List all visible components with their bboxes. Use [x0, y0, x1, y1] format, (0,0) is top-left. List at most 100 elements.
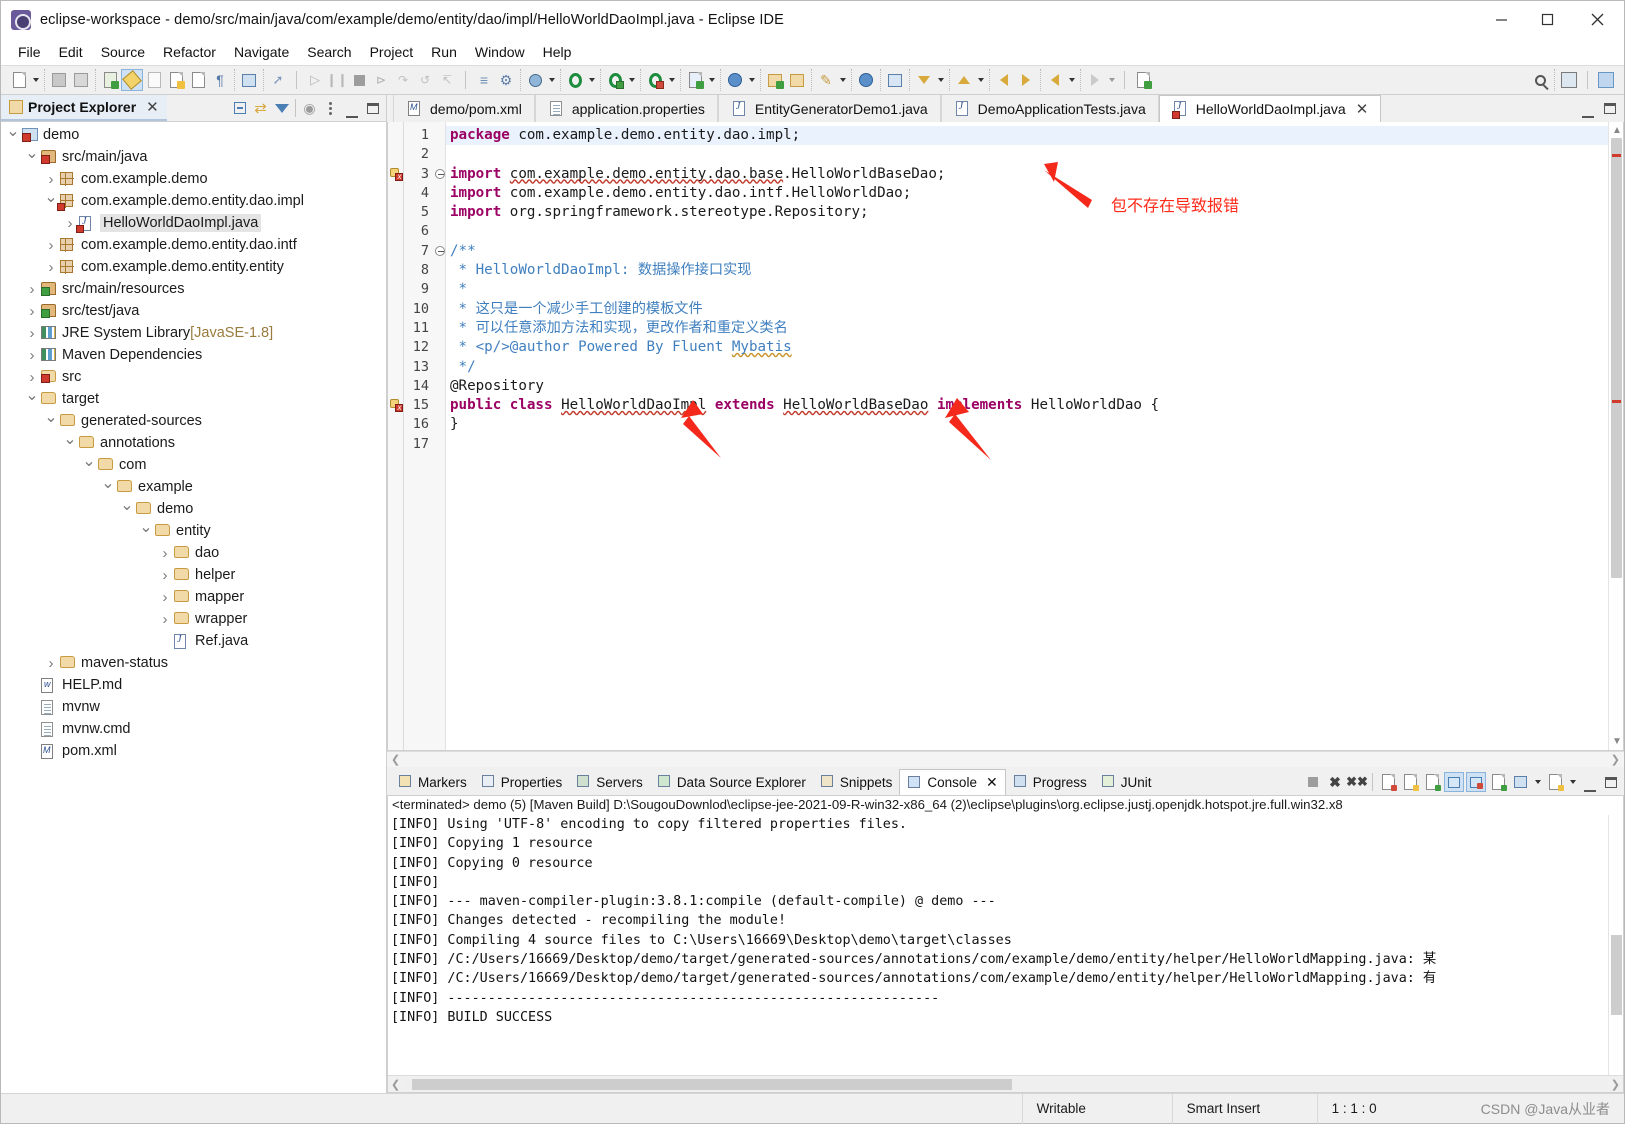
editor-tab[interactable]: HelloWorldDaoImpl.java ✕ [1158, 95, 1382, 122]
code-line[interactable] [446, 435, 1608, 454]
overview-error-marker[interactable] [1612, 154, 1621, 157]
menu-help[interactable]: Help [534, 42, 581, 62]
menu-source[interactable]: Source [92, 42, 154, 62]
tree-item[interactable]: maven-status [1, 652, 386, 674]
tree-item[interactable]: src/main/resources [1, 278, 386, 300]
view-filter-icon[interactable] [272, 99, 291, 118]
chevron-right-icon[interactable] [157, 611, 173, 628]
tree-item[interactable]: entity [1, 520, 386, 542]
previous-annotation-dropdown-icon[interactable] [975, 69, 986, 91]
tree-item[interactable]: src/test/java [1, 300, 386, 322]
maximize-button[interactable] [1524, 1, 1570, 39]
open-type-icon[interactable] [165, 69, 187, 91]
search-reference-icon[interactable]: ✎ [815, 69, 837, 91]
tree-item[interactable]: pom.xml [1, 740, 386, 762]
next-edit-icon[interactable] [1084, 69, 1106, 91]
run-on-server-dropdown-icon[interactable] [706, 69, 717, 91]
new-wizard-icon[interactable] [8, 69, 30, 91]
menu-file[interactable]: File [9, 42, 50, 62]
tree-item[interactable]: HELP.md [1, 674, 386, 696]
code-line[interactable]: @Repository [446, 377, 1608, 396]
resume-icon[interactable]: ▷ [304, 69, 326, 91]
code-line[interactable]: } [446, 415, 1608, 434]
console-horizontal-scrollbar[interactable]: ❮ ❯ [388, 1075, 1623, 1092]
java-perspective-icon[interactable] [1595, 69, 1617, 91]
chevron-right-icon[interactable] [43, 237, 59, 254]
tree-item[interactable]: com.example.demo.entity.dao.impl [1, 190, 386, 212]
chevron-right-icon[interactable] [157, 545, 173, 562]
tree-item[interactable]: generated-sources [1, 410, 386, 432]
tree-item[interactable]: mvnw [1, 696, 386, 718]
console-minimize-icon[interactable] [1580, 773, 1599, 792]
remove-all-terminated-icon[interactable]: ✖✖ [1346, 772, 1368, 792]
suspend-icon[interactable]: ❙❙ [326, 69, 348, 91]
code-line[interactable]: * 可以任意添加方法和实现，更改作者和重定义类名 [446, 319, 1608, 338]
maximize-icon[interactable] [363, 99, 382, 118]
debug-icon[interactable] [524, 69, 546, 91]
code-line[interactable]: */ [446, 358, 1608, 377]
bottom-tab[interactable]: Progress [1006, 769, 1094, 795]
menu-project[interactable]: Project [361, 42, 423, 62]
code-line[interactable]: import org.springframework.stereotype.Re… [446, 203, 1608, 222]
minimize-icon[interactable] [342, 99, 361, 118]
tree-item[interactable]: com.example.demo [1, 168, 386, 190]
console-scroll-left-icon[interactable]: ❮ [391, 1078, 400, 1091]
coverage-icon[interactable] [604, 69, 626, 91]
debug-dropdown-icon[interactable] [546, 69, 557, 91]
bottom-tab[interactable]: Properties [474, 769, 570, 795]
editor-tab[interactable]: EntityGeneratorDemo1.java [717, 95, 941, 122]
fold-collapse-icon[interactable] [435, 245, 445, 256]
bottom-tab[interactable]: JUnit [1094, 769, 1159, 795]
code-line[interactable] [446, 145, 1608, 164]
open-perspective-icon[interactable] [764, 69, 786, 91]
skip-breakpoints-icon[interactable]: ≡ [473, 69, 495, 91]
previous-edit-icon[interactable] [1044, 69, 1066, 91]
editor-minimize-icon[interactable] [1578, 99, 1597, 118]
tree-item[interactable]: com.example.demo.entity.entity [1, 256, 386, 278]
step-over-icon[interactable]: ↺ [414, 69, 436, 91]
tab-project-explorer[interactable]: Project Explorer ✕ [1, 95, 167, 121]
previous-edit-dropdown-icon[interactable] [1066, 69, 1077, 91]
console-scroll-right-icon[interactable]: ❯ [1611, 1078, 1620, 1091]
tree-item[interactable]: annotations [1, 432, 386, 454]
editor-tab[interactable]: demo/pom.xml [393, 95, 535, 122]
menu-search[interactable]: Search [298, 42, 360, 62]
bottom-tab[interactable]: Data Source Explorer [650, 769, 813, 795]
editor-tab[interactable]: DemoApplicationTests.java [940, 95, 1159, 122]
chevron-down-icon[interactable] [119, 499, 135, 519]
scroll-down-icon[interactable]: ▼ [1612, 736, 1622, 747]
next-annotation-dropdown-icon[interactable] [935, 69, 946, 91]
open-console-dropdown-icon[interactable] [1567, 771, 1578, 793]
search-reference-dropdown-icon[interactable] [837, 69, 848, 91]
run-on-server-icon[interactable] [684, 69, 706, 91]
editor-folding-column[interactable] [434, 122, 446, 750]
code-line[interactable]: /** [446, 242, 1608, 261]
chevron-right-icon[interactable] [24, 369, 40, 386]
chevron-right-icon[interactable] [24, 347, 40, 364]
code-line[interactable]: import com.example.demo.entity.dao.intf.… [446, 184, 1608, 203]
tree-item[interactable]: mvnw.cmd [1, 718, 386, 740]
code-line[interactable]: package com.example.demo.entity.dao.impl… [446, 126, 1608, 146]
chevron-down-icon[interactable] [24, 147, 40, 167]
code-line[interactable]: * <p/>@author Powered By Fluent Mybatis [446, 338, 1608, 357]
code-line[interactable]: * HelloWorldDaoImpl: 数据操作接口实现 [446, 261, 1608, 280]
chevron-right-icon[interactable] [24, 325, 40, 342]
bottom-tab[interactable]: Snippets [813, 769, 900, 795]
editor-horizontal-scrollbar[interactable]: ❮ ❯ [387, 751, 1624, 767]
tree-item[interactable]: dao [1, 542, 386, 564]
profile-dropdown-icon[interactable] [666, 69, 677, 91]
new-wizard-dropdown-icon[interactable] [30, 69, 41, 91]
tree-item[interactable]: example [1, 476, 386, 498]
chevron-right-icon[interactable] [43, 259, 59, 276]
terminate-icon[interactable] [348, 69, 370, 91]
quick-fix-icon[interactable] [121, 69, 143, 91]
save-icon[interactable] [48, 69, 70, 91]
bottom-tab[interactable]: Console ✕ [899, 769, 1006, 795]
next-annotation-icon[interactable] [913, 69, 935, 91]
tree-item[interactable]: src/main/java [1, 146, 386, 168]
open-task-repo-icon[interactable] [884, 69, 906, 91]
open-task-icon[interactable] [187, 69, 209, 91]
editor-tab-close-icon[interactable]: ✕ [1356, 100, 1369, 118]
clear-console-icon[interactable] [1378, 772, 1398, 792]
collapse-all-icon[interactable] [230, 99, 249, 118]
